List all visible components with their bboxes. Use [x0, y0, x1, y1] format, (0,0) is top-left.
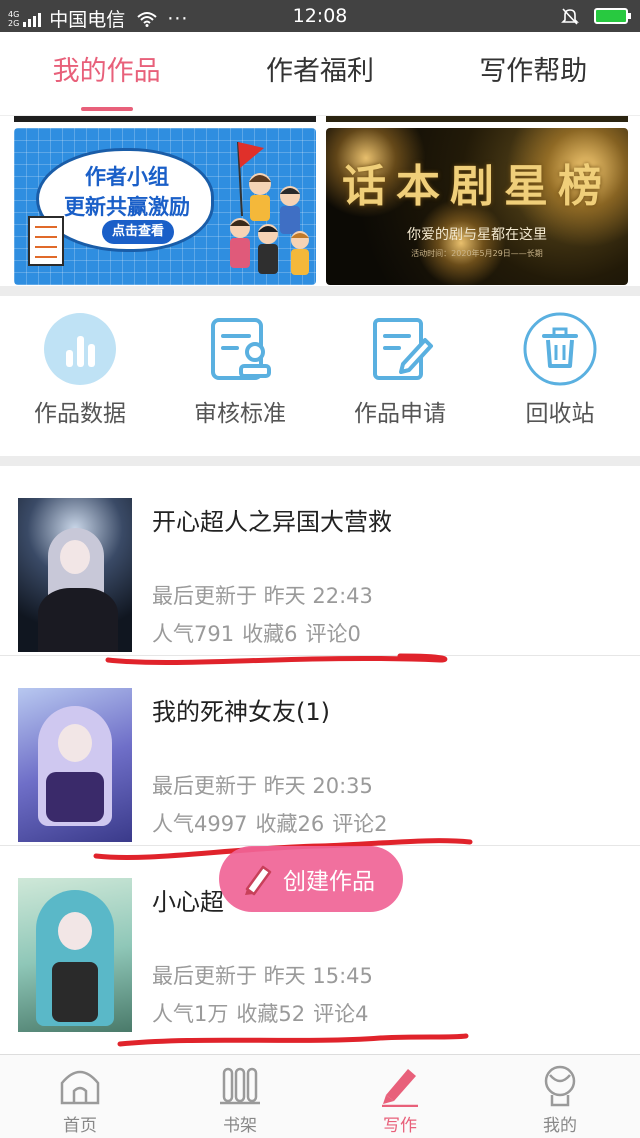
- work-updated-time: 最后更新于 昨天 15:45: [152, 964, 373, 988]
- tab-writing-help[interactable]: 写作帮助: [427, 32, 640, 115]
- banner-title: 作者小组 更新共赢激励: [52, 162, 202, 222]
- battery-icon: [594, 8, 631, 24]
- work-title: 我的死神女友(1): [152, 698, 330, 726]
- work-cover-image: [18, 498, 132, 652]
- pen-icon: [382, 1069, 418, 1107]
- work-cover-image: [18, 878, 132, 1032]
- popularity-count: 人气1万: [152, 1002, 229, 1026]
- recycle-bin-label: 回收站: [525, 401, 595, 427]
- nav-profile-label: 我的: [543, 1116, 577, 1136]
- comments-count: 评论4: [313, 1002, 369, 1026]
- nav-write[interactable]: 写作: [320, 1055, 480, 1138]
- edit-document-icon: [373, 318, 433, 380]
- work-updated-time: 最后更新于 昨天 20:35: [152, 774, 373, 798]
- home-icon: [60, 1070, 100, 1105]
- bottom-nav: 首页 书架 写作 我的: [0, 1054, 640, 1138]
- nav-write-label: 写作: [383, 1116, 417, 1136]
- favorites-count: 收藏26: [255, 812, 325, 836]
- bookshelf-icon: [220, 1067, 260, 1105]
- work-item[interactable]: 我的死神女友(1) 最后更新于 昨天 20:35 人气4997 收藏26 评论2: [0, 656, 640, 846]
- nav-home[interactable]: 首页: [0, 1055, 160, 1138]
- banner-carousel: 作者小组 更新共赢激励 点击查看 话本剧星榜 你爱的剧与星都在这里 活动时间：2…: [0, 116, 640, 286]
- clipboard-icon: [28, 216, 64, 266]
- works-application-button[interactable]: 作品申请: [320, 296, 480, 456]
- review-standards-label: 审核标准: [194, 401, 286, 427]
- work-stats: 人气1万 收藏52 评论4: [152, 998, 376, 1028]
- banner-subtitle: 你爱的剧与星都在这里: [407, 227, 547, 243]
- work-stats: 人气4997 收藏26 评论2: [152, 808, 396, 838]
- works-list: 开心超人之异国大营救 最后更新于 昨天 22:43 人气791 收藏6 评论0 我的…: [0, 466, 640, 1054]
- section-divider: [0, 286, 640, 296]
- work-updated-time: 最后更新于 昨天 22:43: [152, 584, 373, 608]
- work-item[interactable]: 开心超人之异国大营救 最后更新于 昨天 22:43 人气791 收藏6 评论0: [0, 466, 640, 656]
- popularity-count: 人气791: [152, 622, 235, 646]
- nav-profile[interactable]: 我的: [480, 1055, 640, 1138]
- banner-date: 活动时间：2020年5月29日——长期: [411, 249, 543, 258]
- bar-chart-icon: [44, 313, 116, 385]
- work-title: 开心超人之异国大营救: [152, 508, 392, 536]
- clock: 12:08: [292, 5, 348, 27]
- recycle-bin-button[interactable]: 回收站: [480, 296, 640, 456]
- banner-title: 话本剧星榜: [342, 161, 612, 212]
- author-group-banner[interactable]: 作者小组 更新共赢激励 点击查看: [14, 128, 316, 285]
- status-bar: 4G 2G 中国电信 ··· 12:08: [0, 0, 640, 32]
- comments-count: 评论0: [305, 622, 361, 646]
- view-details-button[interactable]: 点击查看: [102, 220, 175, 244]
- favorites-count: 收藏52: [236, 1002, 306, 1026]
- pencil-icon: [245, 865, 272, 896]
- nav-bookshelf-label: 书架: [223, 1116, 257, 1136]
- banner-title-line1: 作者小组: [85, 165, 169, 189]
- section-divider: [0, 456, 640, 466]
- tab-my-works[interactable]: 我的作品: [0, 32, 213, 115]
- favorites-count: 收藏6: [242, 622, 298, 646]
- nav-home-label: 首页: [63, 1116, 97, 1136]
- mute-bell-icon: [561, 8, 579, 25]
- review-standards-button[interactable]: 审核标准: [160, 296, 320, 456]
- works-data-label: 作品数据: [34, 401, 126, 427]
- works-data-button[interactable]: 作品数据: [0, 296, 160, 456]
- banner-title-line2: 更新共赢激励: [64, 195, 190, 219]
- prev-banner-edge-2: [326, 116, 628, 122]
- profile-icon: [544, 1065, 576, 1107]
- trash-icon: [523, 312, 597, 386]
- create-work-label: 创建作品: [283, 869, 375, 895]
- prev-banner-edge: [14, 116, 316, 122]
- quick-actions: 作品数据 审核标准 作品申请 回收站: [0, 296, 640, 456]
- comments-count: 评论2: [332, 812, 388, 836]
- tab-author-benefits[interactable]: 作者福利: [213, 32, 426, 115]
- nav-bookshelf[interactable]: 书架: [160, 1055, 320, 1138]
- top-tab-bar: 我的作品 作者福利 写作帮助: [0, 32, 640, 116]
- works-application-label: 作品申请: [354, 401, 446, 427]
- popularity-count: 人气4997: [152, 812, 248, 836]
- create-work-button[interactable]: 创建作品: [219, 846, 403, 912]
- work-title: 小心超: [152, 888, 224, 916]
- drama-star-ranking-banner[interactable]: 话本剧星榜 你爱的剧与星都在这里 活动时间：2020年5月29日——长期: [326, 128, 628, 285]
- work-stats: 人气791 收藏6 评论0: [152, 618, 369, 648]
- cartoon-people-illustration: [230, 141, 309, 275]
- review-stamp-icon: [211, 318, 271, 380]
- work-cover-image: [18, 688, 132, 842]
